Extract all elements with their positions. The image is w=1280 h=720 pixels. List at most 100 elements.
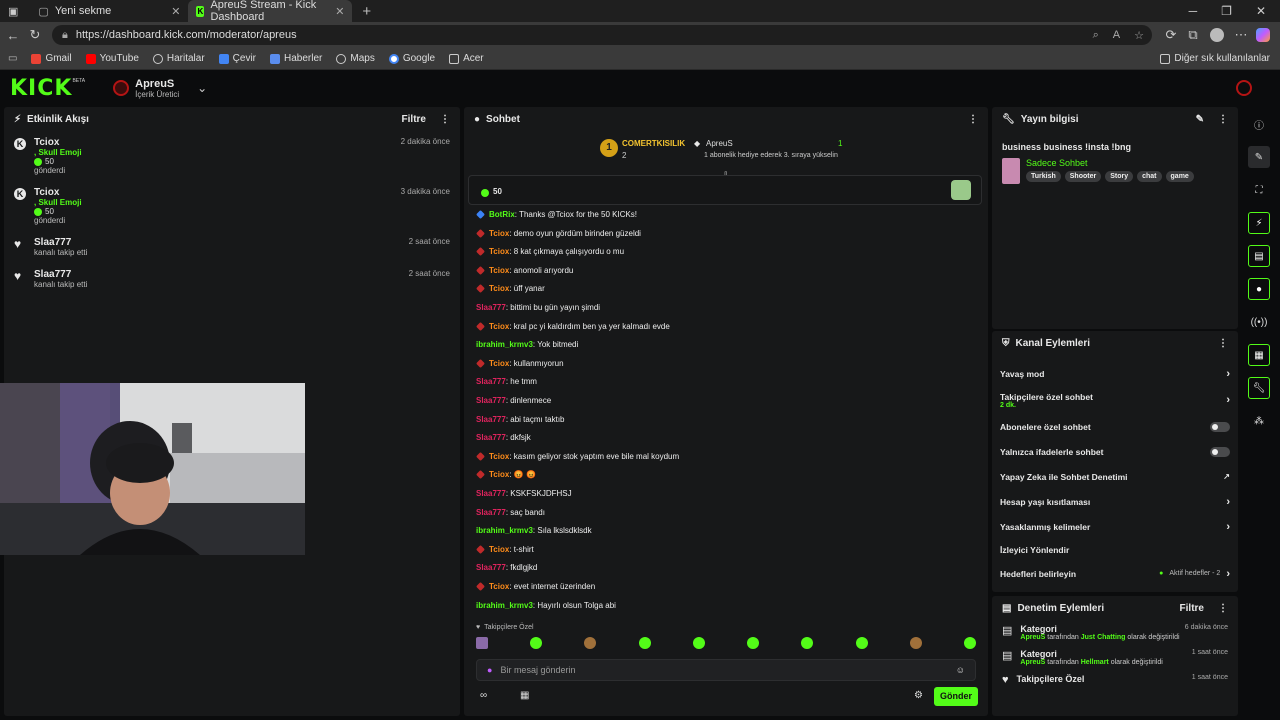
activity-item[interactable]: ♥ Slaa777 kanalı takip etti 2 saat önce [4,231,460,263]
close-window-icon[interactable]: ✕ [1256,4,1266,18]
wrench-icon[interactable]: 🔧︎ [1248,377,1270,399]
kicks-icon[interactable]: ∞ [480,690,487,701]
store-icon[interactable]: ▦ [520,690,529,701]
age-restriction-row[interactable]: Hesap yaşı kısıtlaması › [992,489,1238,514]
chat-message[interactable]: Tciox: kral pc yi kaldırdım ben ya yer k… [476,322,670,331]
chat-message[interactable]: BotRix: Thanks @Tciox for the 50 KICKs! [476,210,637,219]
emoji-picker-icon[interactable]: ☺ [956,665,965,675]
activity-item[interactable]: ♥ Slaa777 kanalı takip etti 2 saat önce [4,263,460,295]
reload-icon[interactable]: ↻ [24,27,46,43]
pencil-icon[interactable]: ✎ [1248,146,1270,168]
activity-item[interactable]: K Tciox , Skull Emoji 50 gönderdi 3 daki… [4,181,460,231]
close-tab-icon[interactable]: ✕ [171,5,180,18]
chat-username[interactable]: ibrahim_krmv3 [476,340,533,349]
tab-new[interactable]: ▢ Yeni sekme ✕ [30,0,188,22]
bookmark-haberler[interactable]: Haberler [270,53,322,64]
emote-icon[interactable] [909,637,922,649]
bookmark-youtube[interactable]: YouTube [85,53,139,64]
chat-username[interactable]: BotRix [489,210,515,219]
window-menu-icon[interactable]: ▣ [8,5,18,18]
chat-username[interactable]: Tciox [489,470,509,479]
emotes-chat-toggle[interactable] [1210,446,1230,457]
broadcast-icon[interactable]: ((•)) [1248,311,1270,333]
chat-username[interactable]: Slaa777 [476,508,506,517]
document-icon[interactable]: ▤ [1248,245,1270,267]
activity-item[interactable]: K Tciox , Skull Emoji 50 gönderdi 2 daki… [4,131,460,181]
other-bookmarks[interactable]: Diğer sık kullanılanlar [1160,53,1280,64]
chat-message[interactable]: ibrahim_krmv3: Yok bitmedi [476,340,578,349]
bookmark-cevir[interactable]: Çevir [218,53,256,64]
more-options-icon[interactable]: ⋮ [440,114,450,125]
chat-username[interactable]: Tciox [489,452,509,461]
category-name[interactable]: Sadece Sohbet [1026,158,1194,168]
chat-input[interactable]: ● Bir mesaj gönderin ☺ [476,659,976,681]
ai-moderation-row[interactable]: Yapay Zeka ile Sohbet Denetimi ↗ [992,464,1238,489]
new-tab-button[interactable]: + [362,3,371,20]
raid-row[interactable]: İzleyici Yönlendir [992,539,1238,561]
chat-username[interactable]: Tciox [489,229,509,238]
chat-message[interactable]: Slaa777: KSKFSKJDFHSJ [476,489,572,498]
emote-icon[interactable] [692,637,705,649]
chat-username[interactable]: Tciox [489,582,509,591]
chat-message[interactable]: Slaa777: abi taçmı taktıb [476,415,565,424]
emote-icon[interactable] [963,637,976,649]
more-options-icon[interactable]: ⋮ [1218,338,1228,349]
chat-username[interactable]: Slaa777 [476,377,506,386]
emote-icon[interactable] [801,637,814,649]
chat-username[interactable]: Tciox [489,247,509,256]
chat-username[interactable]: Tciox [489,545,509,554]
more-options-icon[interactable]: ⋮ [1218,603,1228,614]
kick-logo[interactable]: KICK [10,76,72,101]
subscribers-chat-row[interactable]: Abonelere özel sohbet [992,414,1238,439]
chat-message[interactable]: Tciox: 8 kat çıkmaya çalışıyordu o mu [476,247,624,256]
chat-username[interactable]: Tciox [489,359,509,368]
goals-row[interactable]: Hedefleri belirleyin ● Aktif hedefler - 2 › [992,561,1238,586]
chat-message[interactable]: Slaa777: saç bandı [476,508,545,517]
slow-mode-row[interactable]: Yavaş mod › [992,361,1238,386]
chat-message[interactable]: Slaa777: dinlenmece [476,396,551,405]
url-field[interactable]: 🔒︎ https://dashboard.kick.com/moderator/… [52,25,1152,45]
user-avatar[interactable] [1236,80,1252,96]
chat-username[interactable]: ibrahim_krmv3 [476,601,533,610]
chat-username[interactable]: Slaa777 [476,415,506,424]
chat-message[interactable]: Tciox: anomoli arıyordu [476,266,573,275]
emote-icon[interactable] [584,637,597,649]
emote-icon[interactable] [747,637,760,649]
chat-message[interactable]: Tciox: 😡 😡 [476,470,536,479]
subscribers-chat-toggle[interactable] [1210,421,1230,432]
profile-avatar[interactable] [1210,28,1224,42]
favorite-star-icon[interactable]: ☆ [1134,29,1144,42]
emote-icon[interactable] [476,637,488,649]
zoom-icon[interactable]: ⌕ [1093,29,1099,42]
chat-username[interactable]: Slaa777 [476,396,506,405]
more-options-icon[interactable]: ⋮ [1218,114,1228,125]
pencil-icon[interactable]: ✎ [1196,114,1204,125]
microphone-icon[interactable]: ● [487,665,492,675]
back-icon[interactable]: ← [2,28,24,43]
bookmark-acer[interactable]: Acer [449,53,484,64]
activity-filter-button[interactable]: Filtre [402,114,426,125]
bookmark-google[interactable]: Google [388,53,435,64]
chat-message[interactable]: Tciox: kasım geliyor stok yaptım eve bil… [476,452,679,461]
minimize-icon[interactable]: ─ [1189,4,1198,18]
chat-message[interactable]: Slaa777: he tmm [476,377,537,386]
leaderboard-pinned[interactable]: 1 COMERTKISILIK 2 ◆ ApreuS 1 1 abonelik … [600,133,860,167]
emote-icon[interactable] [530,637,543,649]
chat-message[interactable]: Slaa777: fkdlgjkd [476,563,537,572]
chat-message[interactable]: ibrahim_krmv3: Hayırlı olsun Tolga abi [476,601,616,610]
chevron-down-icon[interactable]: ⌄ [197,81,207,95]
chat-username[interactable]: Tciox [489,322,509,331]
tab-kick-dashboard[interactable]: K ApreuS Stream - Kick Dashboard ✕ [188,0,353,23]
chat-message[interactable]: ibrahim_krmv3: Sıla lkslsdklsdk [476,526,592,535]
collections-icon[interactable]: ⧉ [1182,27,1204,43]
chat-username[interactable]: Tciox [489,284,509,293]
chat-message[interactable]: Tciox: kullanmıyorun [476,359,564,368]
chat-username[interactable]: Slaa777 [476,303,506,312]
restore-icon[interactable]: ❐ [1221,4,1232,18]
banned-words-row[interactable]: Yasaklanmış kelimeler › [992,514,1238,539]
fullscreen-icon[interactable]: ⛶ [1248,179,1270,201]
emotes-chat-row[interactable]: Yalnızca ifadelerle sohbet [992,439,1238,464]
mod-filter-button[interactable]: Filtre [1180,603,1204,614]
chat-message[interactable]: Slaa777: bittimi bu gün yayın şimdi [476,303,600,312]
info-icon[interactable]: ⓘ [1248,113,1270,135]
